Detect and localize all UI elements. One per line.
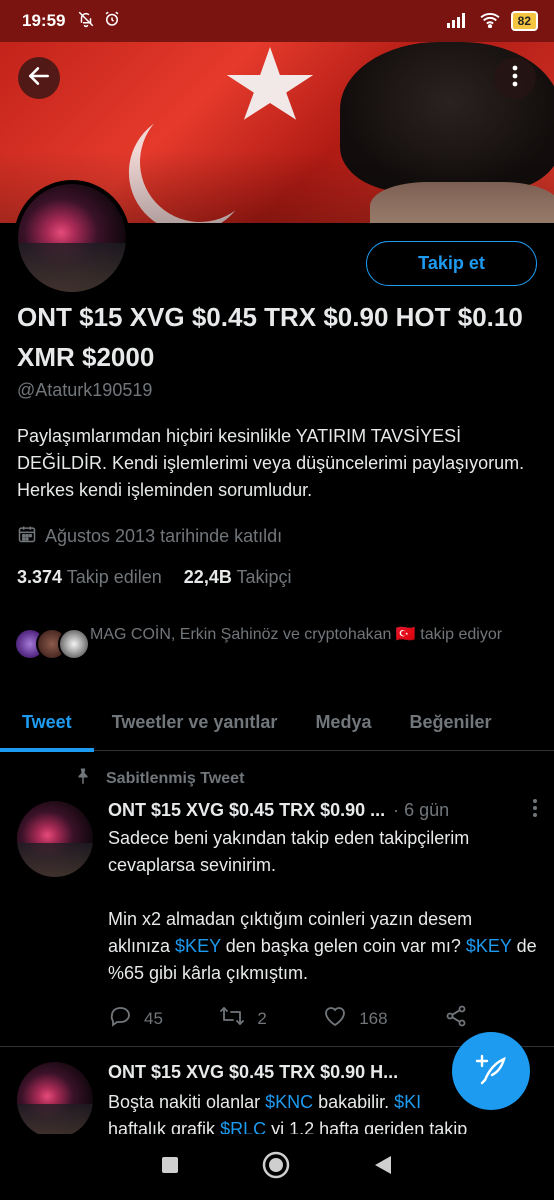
tweet-actions: 45 2 168 bbox=[108, 1004, 468, 1033]
tweet-avatar[interactable] bbox=[17, 1062, 93, 1138]
tab-likes[interactable]: Beğeniler bbox=[409, 693, 491, 751]
pinned-indicator: Sabitlenmiş Tweet bbox=[74, 766, 244, 791]
reply-count: 45 bbox=[144, 1008, 163, 1028]
retweet-count: 2 bbox=[257, 1008, 267, 1028]
battery-icon: 82 bbox=[510, 11, 538, 31]
share-button[interactable] bbox=[444, 1004, 468, 1033]
following-count: 3.374 bbox=[17, 567, 63, 587]
tweet-text[interactable]: Sadece beni yakından takip eden takipçil… bbox=[108, 825, 538, 987]
heart-icon bbox=[323, 1005, 347, 1032]
more-vertical-icon bbox=[511, 64, 519, 93]
tab-tweet[interactable]: Tweet bbox=[0, 693, 94, 752]
profile-tabs: Tweet Tweetler ve yanıtlar Medya Beğenil… bbox=[0, 693, 554, 752]
profile-bio: Paylaşımlarımdan hiçbiri kesinlikle YATI… bbox=[17, 426, 525, 500]
more-options-button[interactable] bbox=[494, 57, 536, 99]
system-nav-bar bbox=[0, 1134, 554, 1200]
tweet-paragraph bbox=[108, 879, 538, 906]
known-followers-text: MAG COİN, Erkin Şahinöz ve cryptohakan 🇹… bbox=[90, 626, 503, 643]
tweet-avatar[interactable] bbox=[17, 801, 93, 877]
tweet-time: · 6 gün bbox=[393, 800, 450, 820]
tab-tweets-and-replies[interactable]: Tweetler ve yanıtlar bbox=[112, 693, 278, 751]
status-time: 19:59 bbox=[22, 11, 66, 30]
reply-button[interactable]: 45 bbox=[108, 1005, 163, 1032]
cashtag-link[interactable]: $KI bbox=[394, 1092, 421, 1112]
tweet-author-name[interactable]: ONT $15 XVG $0.45 TRX $0.90 H... bbox=[108, 1062, 398, 1083]
bell-off-icon bbox=[77, 10, 95, 32]
joined-date: Ağustos 2013 tarihinde katıldı bbox=[17, 524, 282, 549]
profile-avatar[interactable] bbox=[14, 180, 130, 296]
arrow-left-icon bbox=[26, 63, 52, 94]
followers-label: Takipçi bbox=[236, 567, 292, 587]
compose-tweet-button[interactable] bbox=[452, 1032, 530, 1110]
retweet-button[interactable]: 2 bbox=[219, 1005, 267, 1032]
followers-link[interactable]: 22,4B Takipçi bbox=[184, 567, 292, 588]
reply-icon bbox=[108, 1005, 132, 1032]
avatar bbox=[58, 628, 90, 660]
known-followers[interactable]: MAG COİN, Erkin Şahinöz ve cryptohakan 🇹… bbox=[14, 622, 539, 662]
share-icon bbox=[444, 1004, 468, 1033]
retweet-icon bbox=[219, 1005, 245, 1032]
tweet-more-button[interactable] bbox=[532, 798, 538, 823]
tab-media[interactable]: Medya bbox=[315, 693, 371, 751]
cashtag-link[interactable]: $RLC bbox=[220, 1119, 266, 1134]
tweet-header: ONT $15 XVG $0.45 TRX $0.90 ... · 6 gün bbox=[108, 798, 538, 823]
wifi-icon bbox=[479, 12, 501, 31]
tweet-author-name[interactable]: ONT $15 XVG $0.45 TRX $0.90 ... bbox=[108, 800, 385, 821]
status-bar: 19:59 82 bbox=[0, 0, 554, 42]
signal-icon bbox=[446, 12, 469, 31]
recents-button[interactable] bbox=[161, 1156, 179, 1179]
back-button[interactable] bbox=[18, 57, 60, 99]
cashtag-link[interactable]: $KNC bbox=[265, 1092, 313, 1112]
alarm-icon bbox=[103, 10, 121, 32]
following-link[interactable]: 3.374 Takip edilen bbox=[17, 567, 162, 588]
following-label: Takip edilen bbox=[66, 567, 162, 587]
like-button[interactable]: 168 bbox=[323, 1005, 388, 1032]
follow-button[interactable]: Takip et bbox=[366, 241, 537, 286]
cashtag-link[interactable]: $KEY bbox=[466, 936, 512, 956]
joined-text: Ağustos 2013 tarihinde katıldı bbox=[45, 526, 283, 546]
calendar-icon bbox=[17, 524, 37, 549]
home-button[interactable] bbox=[262, 1151, 290, 1184]
profile-display-name: ONT $15 XVG $0.45 TRX $0.90 HOT $0.10 XM… bbox=[17, 302, 523, 372]
followers-count: 22,4B bbox=[183, 567, 232, 587]
pinned-label: Sabitlenmiş Tweet bbox=[106, 769, 245, 787]
profile-handle: @Ataturk190519 bbox=[17, 380, 153, 400]
tweet-paragraph: Sadece beni yakından takip eden takipçil… bbox=[108, 828, 470, 875]
tweet-paragraph: Min x2 almadan çıktığım coinleri yazın d… bbox=[108, 909, 537, 983]
pin-icon bbox=[74, 766, 92, 791]
feather-plus-icon bbox=[474, 1052, 508, 1091]
like-count: 168 bbox=[359, 1008, 388, 1028]
back-nav-button[interactable] bbox=[373, 1154, 393, 1181]
cashtag-link[interactable]: $KEY bbox=[175, 936, 221, 956]
